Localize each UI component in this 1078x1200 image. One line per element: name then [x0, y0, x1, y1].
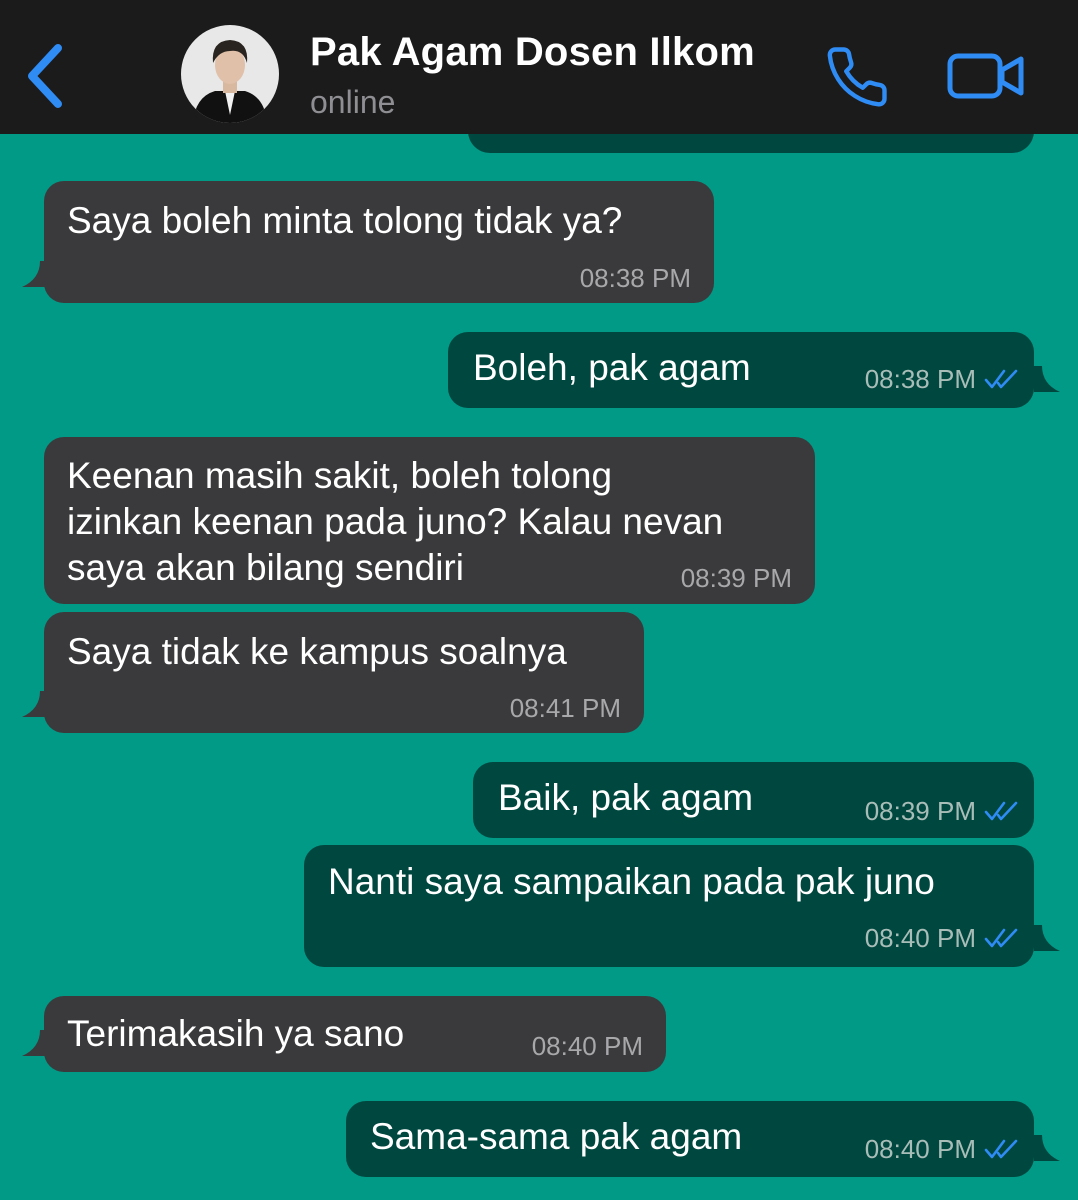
message-text: Sama-sama pak agam [370, 1116, 743, 1157]
double-check-icon [984, 1139, 1018, 1159]
timestamp: 08:39 PM [680, 563, 792, 593]
bubble-tail [1034, 366, 1060, 392]
double-check-icon [984, 801, 1018, 821]
double-check-icon [984, 928, 1018, 948]
message-text: Saya boleh minta tolong tidak ya? [67, 200, 623, 241]
message-time: 08:41 PM [510, 693, 621, 723]
timestamp: 08:40 PM [864, 1134, 976, 1164]
video-call-button[interactable] [946, 50, 1026, 102]
message-text: Terimakasih ya sano [67, 1013, 405, 1054]
timestamp: 08:38 PM [579, 263, 691, 293]
message-text: Saya tidak ke kampus soalnya [67, 631, 567, 672]
message-text: Nanti saya sampaikan pada pak juno [328, 861, 935, 902]
message-time: 08:38 PM [580, 263, 691, 293]
message-text-line: Keenan masih sakit, boleh tolong [67, 455, 613, 496]
incoming-message-bubble[interactable]: Saya boleh minta tolong tidak ya? 08:38 … [22, 181, 714, 303]
outgoing-message-bubble[interactable]: Boleh, pak agam 08:38 PM [448, 332, 1060, 408]
bubble-tail [22, 691, 48, 717]
double-check-icon [984, 369, 1018, 389]
message-meta: 08:40 PM [865, 1134, 1020, 1164]
message-meta: 08:38 PM [865, 364, 1020, 394]
contact-status: online [310, 84, 396, 120]
message-text-line: saya akan bilang sendiri [67, 547, 464, 588]
back-button[interactable] [22, 36, 72, 116]
timestamp: 08:39 PM [864, 796, 976, 826]
message-time: 08:39 PM [681, 563, 792, 593]
bubble-tail [22, 261, 48, 287]
timestamp: 08:40 PM [864, 923, 976, 953]
incoming-message-bubble[interactable]: Saya tidak ke kampus soalnya 08:41 PM [22, 612, 644, 733]
outgoing-message-bubble[interactable]: Sama-sama pak agam 08:40 PM [346, 1101, 1060, 1177]
call-button[interactable] [824, 44, 890, 110]
bubble-tail [22, 1030, 48, 1056]
avatar[interactable] [181, 25, 279, 123]
timestamp: 08:40 PM [531, 1031, 643, 1061]
outgoing-message-bubble[interactable]: Baik, pak agam 08:39 PM [473, 762, 1034, 838]
timestamp: 08:38 PM [864, 364, 976, 394]
incoming-message-bubble[interactable]: Terimakasih ya sano 08:40 PM [22, 996, 666, 1072]
message-text: Boleh, pak agam [473, 347, 751, 388]
bubble-tail [1034, 925, 1060, 951]
chat-header: Pak Agam Dosen Ilkom online [0, 0, 1078, 134]
outgoing-message-bubble[interactable]: Nanti saya sampaikan pada pak juno 08:40… [304, 845, 1060, 967]
message-meta: 08:39 PM [865, 796, 1020, 826]
incoming-message-bubble[interactable]: Keenan masih sakit, boleh tolong izinkan… [44, 437, 815, 604]
timestamp: 08:41 PM [509, 693, 621, 723]
chevron-left-icon [28, 44, 62, 108]
message-text-line: izinkan keenan pada juno? Kalau nevan [67, 501, 724, 542]
video-camera-icon [947, 53, 1024, 99]
bubble-tail [1034, 1135, 1060, 1161]
message-text: Baik, pak agam [498, 777, 754, 818]
avatar-image [181, 25, 279, 123]
message-meta: 08:40 PM [865, 923, 1020, 953]
contact-name[interactable]: Pak Agam Dosen Ilkom [310, 30, 755, 75]
phone-icon [827, 47, 887, 107]
message-time: 08:40 PM [532, 1031, 643, 1061]
